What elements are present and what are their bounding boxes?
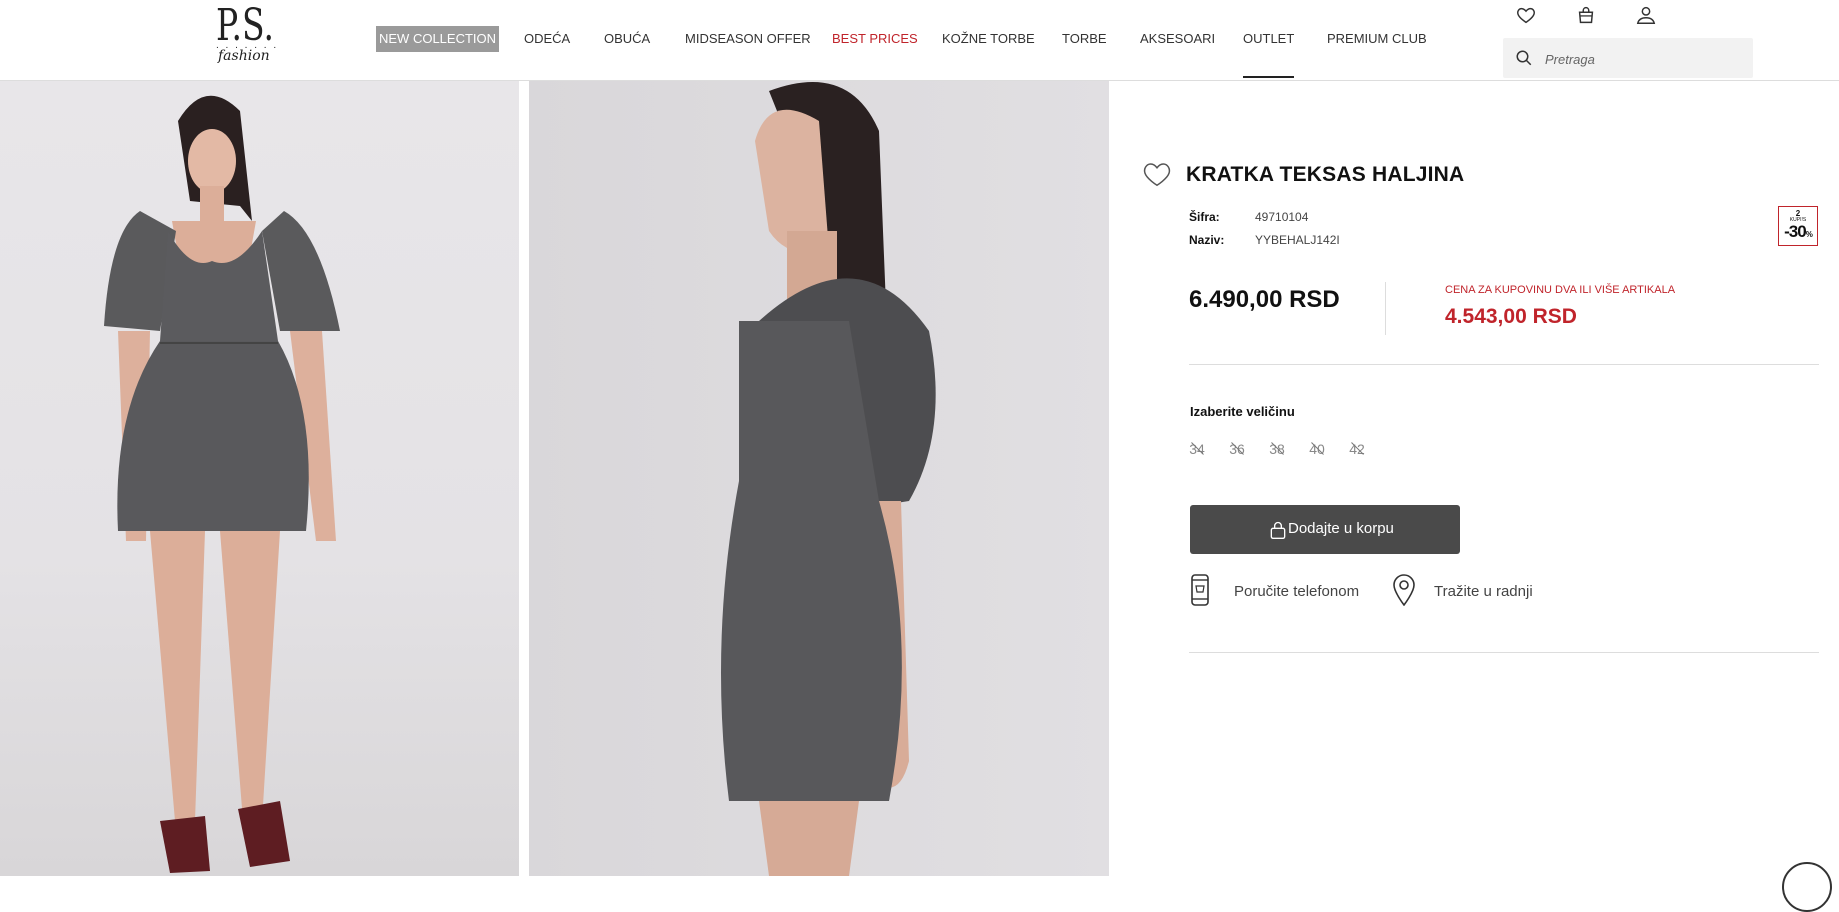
logo-script: fashion xyxy=(218,48,270,64)
sku-value: 49710104 xyxy=(1255,210,1309,224)
site-header: P.S. . . . . . . . fashion NEW COLLECTIO… xyxy=(0,0,1839,81)
order-by-phone-label: Poručite telefonom xyxy=(1234,583,1360,600)
nav-new-collection[interactable]: NEW COLLECTION xyxy=(376,26,500,52)
size-option[interactable]: 42 xyxy=(1346,438,1368,460)
search-box xyxy=(1503,38,1753,78)
find-in-store-label: Tražite u radnji xyxy=(1434,583,1533,600)
divider xyxy=(1189,364,1819,365)
favorite-heart-icon[interactable] xyxy=(1142,160,1172,193)
product-title: KRATKA TEKSAS HALJINA xyxy=(1186,163,1465,186)
add-to-cart-label: Dodajte u korpu xyxy=(1288,520,1394,537)
nav-premium-club[interactable]: PREMIUM CLUB xyxy=(1327,26,1427,52)
size-option[interactable]: 38 xyxy=(1266,438,1288,460)
nav-kozne-torbe[interactable]: KOŽNE TORBE xyxy=(942,26,1035,52)
name-value: YYBEHALJ142I xyxy=(1255,233,1340,247)
search-input[interactable] xyxy=(1543,46,1747,72)
nav-odeca[interactable]: ODEĆA xyxy=(524,26,570,52)
dress-side-illustration xyxy=(721,82,936,876)
promo-badge: 2 KUPI!S -30% xyxy=(1778,206,1818,246)
sku-label: Šifra: xyxy=(1189,210,1220,224)
site-logo[interactable]: P.S. . . . . . . . fashion xyxy=(214,4,300,72)
find-in-store[interactable]: Tražite u radnji xyxy=(1392,574,1592,610)
order-by-phone[interactable]: Poručite telefonom xyxy=(1190,574,1390,610)
nav-best-prices[interactable]: BEST PRICES xyxy=(832,26,918,52)
price-divider xyxy=(1385,282,1386,335)
heart-icon[interactable] xyxy=(1515,4,1537,26)
regular-price: 6.490,00 RSD xyxy=(1189,286,1340,313)
product-photo-side[interactable] xyxy=(529,81,1109,876)
nav-obuca[interactable]: OBUĆA xyxy=(604,26,650,52)
nav-aksesoari[interactable]: AKSESOARI xyxy=(1140,26,1215,52)
nav-torbe[interactable]: TORBE xyxy=(1062,26,1107,52)
promo-price: 4.543,00 RSD xyxy=(1445,305,1577,328)
size-label: Izaberite veličinu xyxy=(1190,404,1295,419)
promo-badge-discount: -30% xyxy=(1784,222,1813,241)
user-icon[interactable] xyxy=(1635,4,1657,26)
add-to-cart-button[interactable]: Dodajte u korpu xyxy=(1190,505,1460,554)
size-option[interactable]: 40 xyxy=(1306,438,1328,460)
search-icon[interactable] xyxy=(1515,49,1533,67)
nav-midseason-offer[interactable]: MIDSEASON OFFER xyxy=(685,26,811,52)
nav-outlet[interactable]: OUTLET xyxy=(1243,26,1295,78)
size-option[interactable]: 36 xyxy=(1226,438,1248,460)
product-photo-front[interactable] xyxy=(0,81,519,876)
promo-price-label: CENA ZA KUPOVINU DVA ILI VIŠE ARTIKALA xyxy=(1445,284,1676,296)
bag-icon[interactable] xyxy=(1575,4,1597,26)
phone-icon xyxy=(1191,574,1209,606)
size-option[interactable]: 34 xyxy=(1186,438,1208,460)
chat-widget-icon[interactable] xyxy=(1782,862,1832,912)
name-label: Naziv: xyxy=(1189,233,1225,247)
divider xyxy=(1189,652,1819,653)
lock-bag-icon xyxy=(1270,521,1286,539)
location-pin-icon xyxy=(1393,574,1415,607)
dress-front-illustration xyxy=(104,95,340,873)
